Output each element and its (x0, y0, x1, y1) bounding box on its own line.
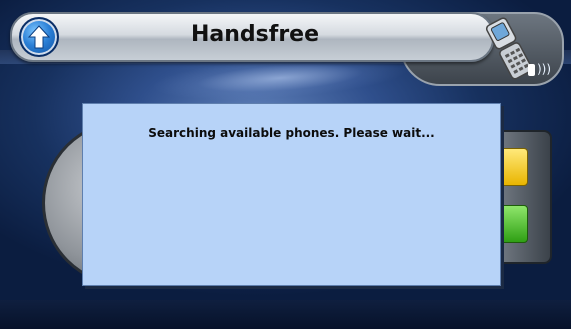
dialog-message: Searching available phones. Please wait.… (148, 126, 435, 140)
bottom-bar (0, 300, 571, 329)
page-title: Handsfree (190, 22, 320, 47)
side-button-yellow[interactable] (498, 148, 528, 186)
handsfree-screen: Handsfree ))) Searching available phones… (0, 0, 571, 329)
up-arrow-icon (27, 25, 51, 49)
side-button-green[interactable] (498, 205, 528, 243)
bluetooth-signal-icon: ))) (528, 60, 568, 78)
search-dialog: Searching available phones. Please wait.… (82, 103, 501, 286)
up-button[interactable] (19, 17, 59, 57)
